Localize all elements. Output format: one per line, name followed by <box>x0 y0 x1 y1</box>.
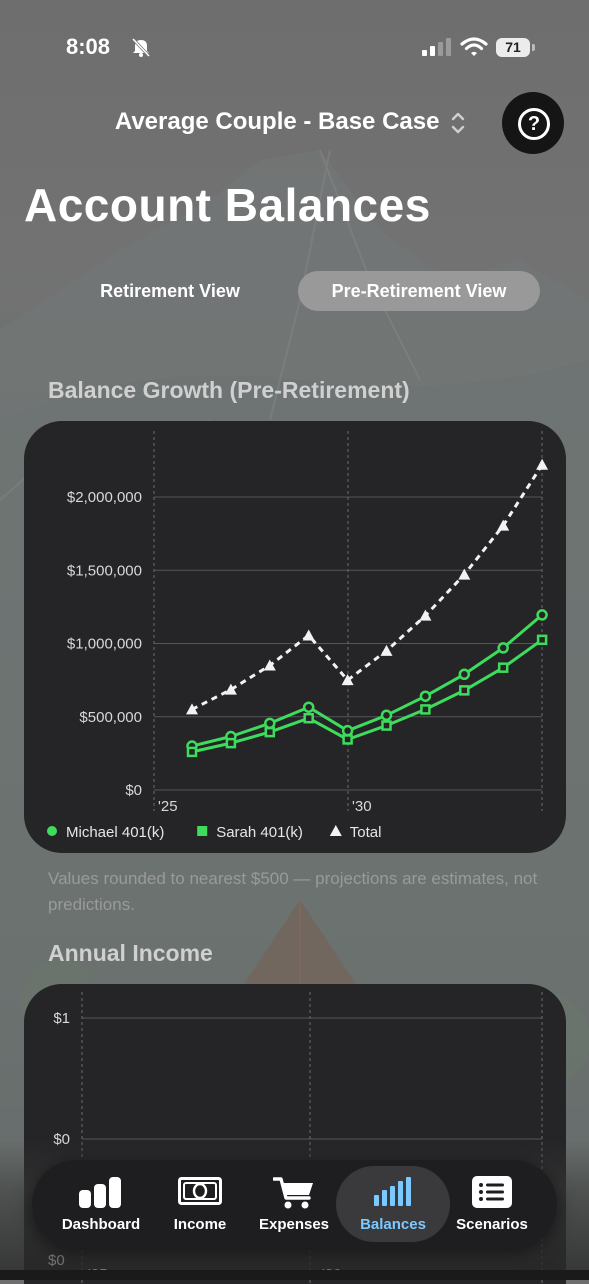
data-point <box>420 704 431 715</box>
data-point <box>536 458 549 470</box>
scenario-picker[interactable]: Average Couple - Base Case <box>0 108 589 136</box>
data-point <box>380 644 393 656</box>
data-point <box>302 629 315 641</box>
y-tick-label: $1,000,000 <box>67 636 142 653</box>
y-tick-label: $0 <box>125 782 142 799</box>
status-time: 8:08 <box>66 34 111 59</box>
data-point <box>419 690 432 702</box>
data-point <box>263 659 276 671</box>
y-tick-label: $1 <box>53 1010 70 1027</box>
ghost-y-label: $0 <box>48 1252 65 1269</box>
tab-label: Dashboard <box>61 1216 141 1233</box>
y-tick-label: $1,500,000 <box>67 562 142 579</box>
balance-growth-title: Balance Growth (Pre-Retirement) <box>48 377 410 403</box>
data-point <box>381 720 392 731</box>
data-point <box>497 519 510 531</box>
x-tick-label: '25 <box>158 798 178 815</box>
scenario-name: Average Couple - Base Case <box>114 108 440 135</box>
balance-chart-card: $2,000,000 $1,500,000 $1,000,000 $500,000 $0… <box>24 421 566 853</box>
tab-label: Income <box>173 1216 227 1233</box>
legend-marker <box>47 826 57 836</box>
series-line <box>191 463 544 711</box>
tab-scenarios[interactable]: Scenarios <box>444 1160 540 1248</box>
battery-level: 71 <box>505 39 521 55</box>
segment-retirement-view[interactable]: Retirement View <box>72 271 268 311</box>
battery-indicator: 71 <box>496 38 536 58</box>
view-segmented-control[interactable]: Retirement View Pre-Retirement View <box>72 271 540 311</box>
segment-pre-retirement-view[interactable]: Pre-Retirement View <box>298 271 540 311</box>
data-point <box>303 712 314 724</box>
home-indicator-area <box>0 1270 589 1280</box>
data-point <box>264 717 276 730</box>
data-point <box>419 609 432 621</box>
y-tick-label: $2,000,000 <box>67 489 142 506</box>
data-point <box>458 668 471 681</box>
bar-chart-icon <box>374 1177 411 1206</box>
wifi-icon <box>460 37 488 56</box>
tab-label: Scenarios <box>456 1216 528 1233</box>
data-point <box>536 609 548 621</box>
legend-marker <box>197 826 208 836</box>
legend-marker <box>329 825 342 836</box>
projection-note: Values rounded to nearest $500 — project… <box>48 869 538 914</box>
data-point <box>264 726 276 738</box>
help-button[interactable]: ? <box>502 92 564 154</box>
chevron-up-down-icon <box>451 112 465 133</box>
data-point <box>225 737 237 749</box>
y-tick-label: $500,000 <box>79 709 142 726</box>
page-title: Account Balances <box>24 179 431 231</box>
banknote-icon <box>178 1177 222 1205</box>
bell-slash-icon <box>131 37 151 58</box>
x-tick-label: '30 <box>352 798 372 815</box>
balance-growth-chart: $2,000,000 $1,500,000 $1,000,000 $500,000 $0… <box>47 431 549 841</box>
tab-label: Expenses <box>258 1216 330 1233</box>
status-bar: 8:08 71 <box>0 30 589 66</box>
question-circle-icon: ? <box>518 108 550 140</box>
tab-label: Balances <box>360 1216 426 1233</box>
tab-balances[interactable]: Balances <box>336 1166 450 1242</box>
legend-label: Sarah 401(k) <box>216 824 303 841</box>
list-icon <box>472 1176 512 1208</box>
tab-income[interactable]: Income <box>158 1160 242 1248</box>
data-point <box>459 685 470 696</box>
legend-label: Michael 401(k) <box>66 824 164 841</box>
signal-icon <box>422 38 451 56</box>
data-point <box>497 642 509 654</box>
data-point <box>536 634 548 646</box>
cart-icon <box>273 1177 313 1209</box>
data-point <box>341 724 354 737</box>
tab-bar: Dashboard Income Expenses Balances Scena… <box>32 1160 557 1248</box>
chart-bars-icon <box>79 1177 121 1208</box>
tab-dashboard[interactable]: Dashboard <box>46 1160 156 1248</box>
tab-expenses[interactable]: Expenses <box>246 1160 342 1248</box>
annual-income-title: Annual Income <box>48 940 213 966</box>
data-point <box>342 734 353 745</box>
data-point <box>186 746 198 758</box>
data-point <box>302 701 315 713</box>
legend-label: Total <box>350 824 382 841</box>
data-point <box>497 662 509 673</box>
data-point <box>380 709 393 722</box>
